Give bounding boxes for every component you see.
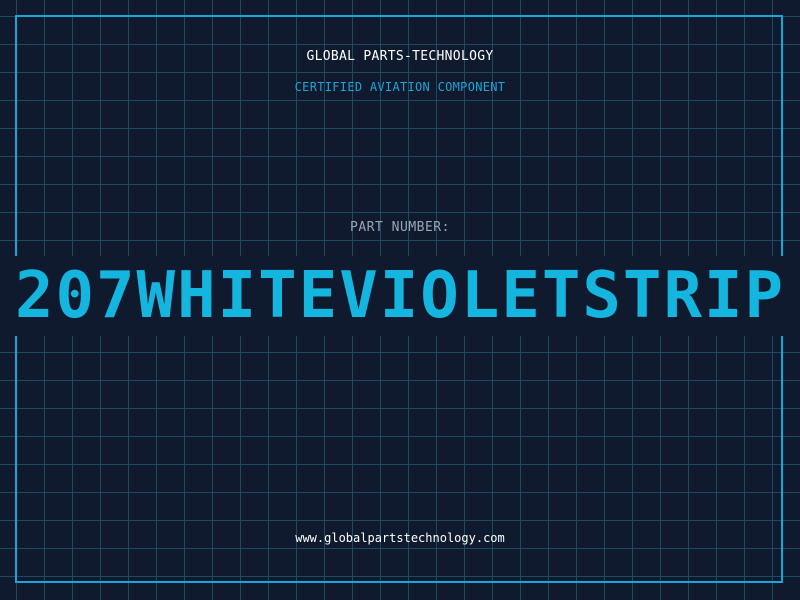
part-number-label: PART NUMBER: — [350, 220, 450, 235]
certification-subtitle: CERTIFIED AVIATION COMPONENT — [294, 80, 506, 94]
website-url: www.globalpartstechnology.com — [295, 531, 505, 545]
company-name: GLOBAL PARTS-TECHNOLOGY — [306, 49, 494, 64]
part-number-band: 207WHITEVIOLETSTRIP — [0, 256, 800, 336]
part-number-value: 207WHITEVIOLETSTRIP — [14, 259, 786, 333]
